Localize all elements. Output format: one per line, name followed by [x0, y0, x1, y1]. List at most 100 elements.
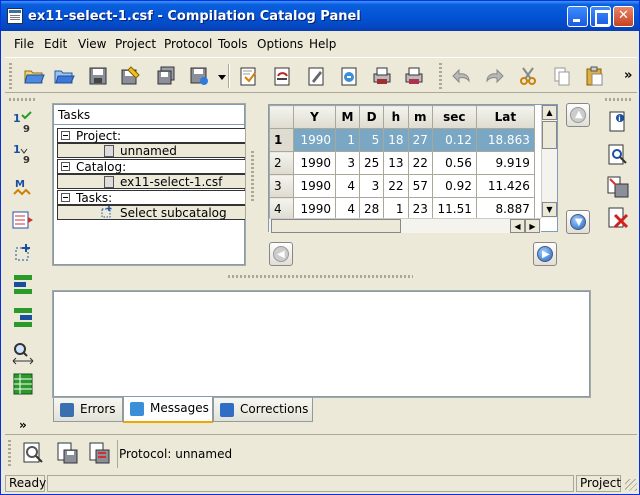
open-page-icon[interactable] — [271, 65, 293, 87]
vertical-scroll-thumb[interactable] — [542, 121, 557, 149]
messages-text-area[interactable] — [52, 290, 591, 398]
more-icon[interactable]: » — [19, 418, 27, 432]
new-page-icon[interactable] — [237, 65, 259, 87]
column-header-sec[interactable]: sec — [431, 105, 477, 129]
menu-options[interactable]: Options — [257, 37, 303, 51]
row-header-corner[interactable] — [269, 105, 294, 129]
inspect-icon[interactable] — [606, 143, 630, 167]
horizontal-splitter[interactable] — [228, 275, 413, 278]
delete-icon[interactable] — [606, 206, 630, 230]
cell[interactable]: 1990 — [293, 151, 336, 175]
scroll-down-button[interactable]: ▼ — [542, 202, 557, 217]
horizontal-scroll-thumb[interactable] — [271, 219, 401, 233]
toolbar-grip-2[interactable] — [439, 63, 442, 89]
cell[interactable]: 1990 — [293, 174, 336, 198]
menu-protocol[interactable]: Protocol — [164, 37, 212, 51]
title-bar[interactable]: ex11-select-1.csf - Compilation Catalog … — [1, 1, 639, 31]
move-down-button[interactable]: ▼ — [566, 210, 590, 234]
print-icon[interactable] — [371, 65, 393, 87]
column-header-lat[interactable]: Lat — [475, 105, 535, 129]
scroll-up-button[interactable]: ▲ — [542, 105, 557, 120]
dropdown-icon[interactable] — [211, 65, 226, 87]
cell[interactable]: 1 — [335, 128, 360, 152]
minimize-button[interactable] — [567, 6, 588, 27]
scroll-left-button[interactable]: ◀ — [510, 219, 525, 233]
row-number[interactable]: 3 — [269, 174, 294, 198]
move-up-button[interactable]: ▲ — [566, 103, 590, 127]
table-row[interactable]: 3 1990 4 3 22 57 0.92 11.426 — [269, 174, 535, 198]
collapse-icon[interactable] — [61, 162, 70, 171]
column-header-d[interactable]: D — [358, 105, 385, 129]
redo-icon[interactable] — [483, 65, 505, 87]
cut-icon[interactable] — [517, 65, 539, 87]
app-icon[interactable] — [7, 8, 23, 24]
cell[interactable]: 25 — [358, 151, 385, 175]
cell[interactable]: 9.919 — [475, 151, 535, 175]
tree-node-tasks[interactable]: Tasks: — [57, 190, 245, 205]
maximize-button[interactable] — [590, 6, 611, 27]
cell[interactable]: 3 — [358, 174, 385, 198]
save-all-icon[interactable] — [155, 65, 177, 87]
right-toolbar-grip[interactable] — [605, 98, 631, 101]
split-icon[interactable] — [11, 272, 35, 296]
left-toolbar-grip[interactable] — [9, 98, 35, 101]
protocol-toolbar-grip[interactable] — [8, 440, 11, 466]
protocol-save-as-icon[interactable] — [87, 441, 111, 465]
column-header-m[interactable]: M — [335, 105, 360, 129]
menu-project[interactable]: Project — [115, 37, 156, 51]
menu-edit[interactable]: Edit — [44, 37, 67, 51]
cell[interactable]: 18.863 — [475, 128, 535, 152]
cell[interactable]: 0.56 — [431, 151, 477, 175]
move-right-button[interactable]: ▶ — [533, 242, 557, 266]
cell[interactable]: 22 — [407, 151, 433, 175]
close-button[interactable]: ✕ — [613, 6, 634, 27]
save-icon[interactable] — [87, 65, 109, 87]
table-icon[interactable] — [11, 372, 35, 396]
sort-ascending-icon[interactable]: 19 — [11, 110, 35, 135]
copy-icon[interactable] — [551, 65, 573, 87]
select-region-icon[interactable] — [11, 241, 35, 265]
edit-page-icon[interactable] — [305, 65, 327, 87]
toolbar-grip[interactable] — [9, 63, 12, 89]
cell[interactable]: 0.12 — [431, 128, 477, 152]
column-header-y[interactable]: Y — [293, 105, 336, 129]
menu-file[interactable]: File — [14, 37, 34, 51]
cell[interactable]: 5 — [358, 128, 385, 152]
paste-icon[interactable] — [583, 65, 605, 87]
cell[interactable]: 0.92 — [431, 174, 477, 198]
collapse-icon[interactable] — [61, 131, 70, 140]
menu-view[interactable]: View — [78, 37, 106, 51]
sort-descending-icon[interactable]: 19 — [11, 141, 35, 166]
scroll-right-button[interactable]: ▶ — [525, 219, 540, 233]
tree-leaf-task[interactable]: Select subcatalog — [57, 205, 245, 220]
cell[interactable]: 13 — [383, 151, 409, 175]
protocol-save-icon[interactable] — [55, 441, 79, 465]
menu-help[interactable]: Help — [309, 37, 336, 51]
move-left-button[interactable]: ◀ — [269, 242, 293, 266]
save-as-icon[interactable] — [188, 65, 210, 87]
toolbar-overflow-button[interactable]: » — [624, 68, 632, 83]
refresh-page-icon[interactable] — [338, 65, 360, 87]
cell[interactable]: 27 — [407, 128, 433, 152]
vertical-scrollbar[interactable]: ▲ ▼ — [541, 105, 557, 218]
cell[interactable]: 11.426 — [475, 174, 535, 198]
tab-messages[interactable]: Messages — [123, 397, 213, 423]
undo-icon[interactable] — [451, 65, 473, 87]
row-number[interactable]: 2 — [269, 151, 294, 175]
edit-save-icon[interactable] — [119, 65, 141, 87]
protocol-inspect-icon[interactable] — [21, 441, 45, 465]
tree-node-project[interactable]: Project: — [57, 128, 245, 143]
row-number[interactable]: 1 — [269, 128, 294, 152]
cell[interactable]: 1990 — [293, 128, 336, 152]
tree-leaf-project-name[interactable]: unnamed — [57, 143, 245, 158]
cell[interactable]: 4 — [335, 174, 360, 198]
cell[interactable]: 57 — [407, 174, 433, 198]
open-file-icon[interactable] — [53, 65, 75, 87]
print-preview-icon[interactable] — [403, 65, 425, 87]
merge-icon[interactable] — [11, 305, 35, 329]
table-row[interactable]: 2 1990 3 25 13 22 0.56 9.919 — [269, 151, 535, 175]
table-row[interactable]: 1 1990 1 5 18 27 0.12 18.863 — [269, 128, 535, 152]
column-header-h[interactable]: h — [383, 105, 409, 129]
open-folder-icon[interactable] — [23, 65, 45, 87]
magnitude-icon[interactable]: M — [11, 176, 35, 200]
